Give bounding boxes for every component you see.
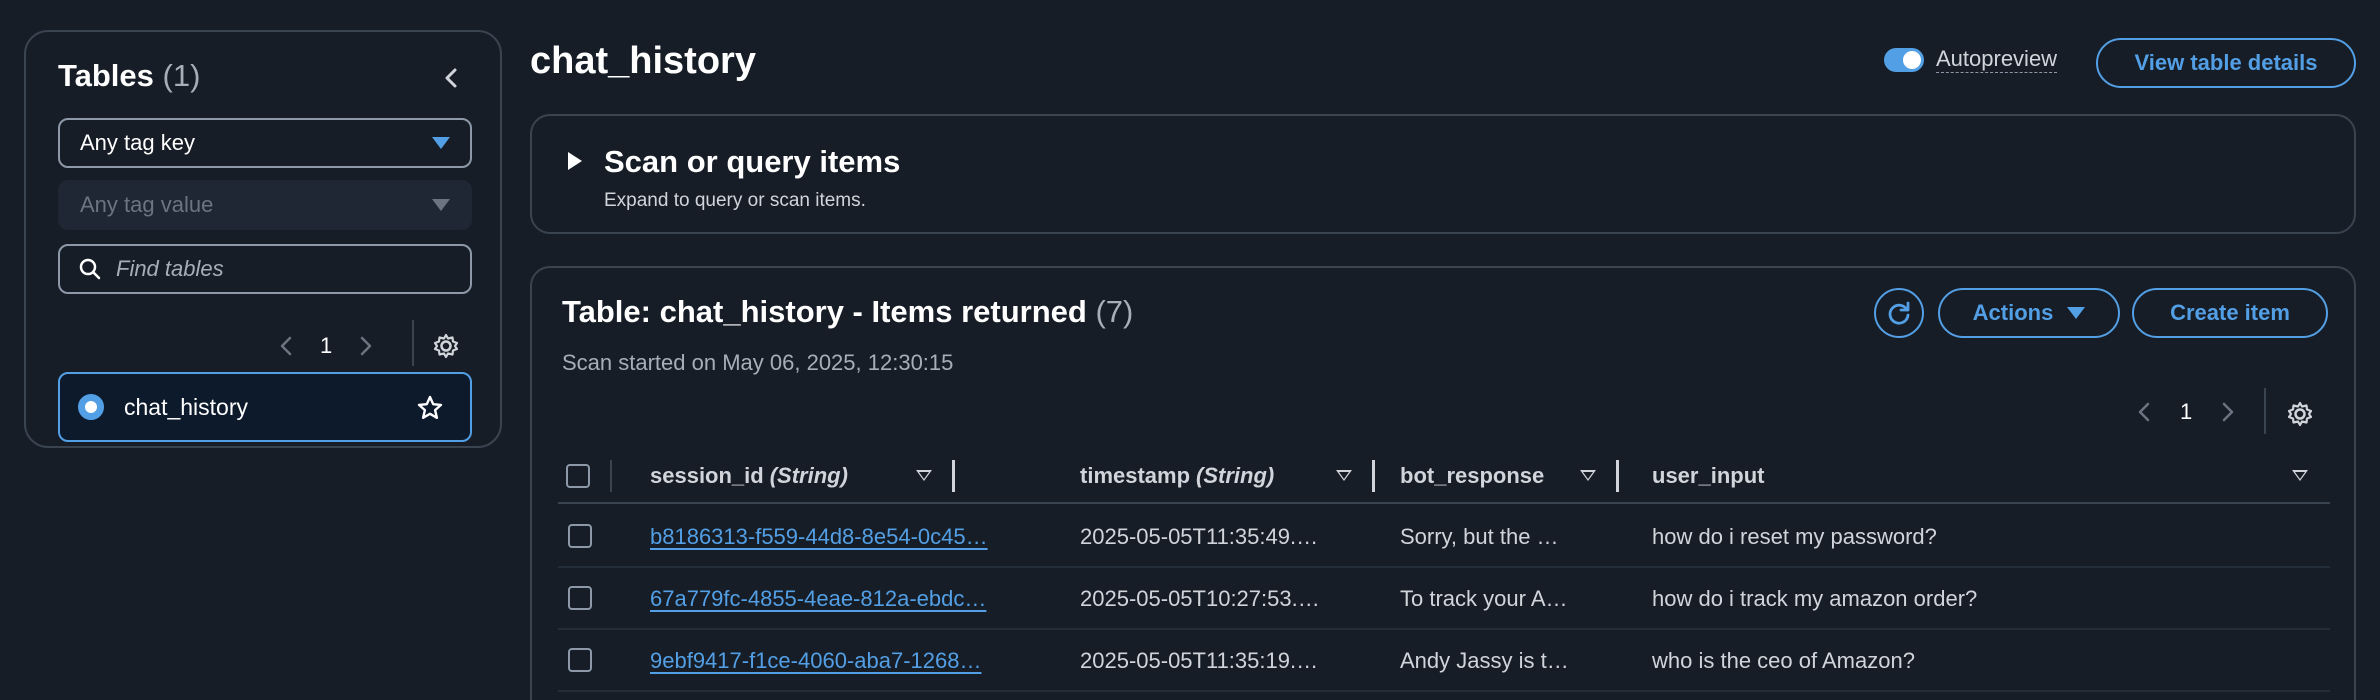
autopreview-toggle-group: Autopreview <box>1884 46 2058 73</box>
table-row[interactable]: b8186313-f559-44d8-8e54-0c45… 2025-05-05… <box>558 506 2330 568</box>
cell-session-id[interactable]: b8186313-f559-44d8-8e54-0c45… <box>650 506 1050 568</box>
cell-timestamp: 2025-05-05T10:27:53.… <box>1080 586 1320 611</box>
session-id-link[interactable]: 9ebf9417-f1ce-4060-aba7-1268… <box>650 648 981 674</box>
column-name: user_input <box>1652 463 1765 488</box>
view-table-details-button[interactable]: View table details <box>2096 38 2356 88</box>
select-all-checkbox[interactable] <box>566 464 590 488</box>
sort-caret-icon[interactable] <box>916 470 932 481</box>
page-title: chat_history <box>530 40 756 82</box>
actions-button[interactable]: Actions <box>1938 288 2120 338</box>
cell-user-input: how do i reset my password? <box>1652 524 1937 549</box>
caret-down-icon <box>432 137 450 149</box>
column-type: (String) <box>1196 463 1275 488</box>
cell-bot-response: Sorry, but the … <box>1400 524 1559 549</box>
column-header-timestamp[interactable]: timestamp (String) <box>1080 448 1274 504</box>
sort-caret-icon[interactable] <box>1580 470 1596 481</box>
actions-label: Actions <box>1972 300 2054 325</box>
refresh-button[interactable] <box>1874 288 1924 338</box>
chevron-left-icon[interactable] <box>276 332 296 360</box>
table-settings-gear-icon[interactable] <box>2286 400 2314 428</box>
find-tables-search[interactable] <box>58 244 472 294</box>
cell-timestamp: 2025-05-05T11:35:49.… <box>1080 524 1319 549</box>
tag-key-value: Any tag key <box>80 130 195 155</box>
sort-caret-icon[interactable] <box>1336 470 1352 481</box>
cell-session-id[interactable]: 67a779fc-4855-4eae-812a-ebdc… <box>650 568 1050 630</box>
cell-user-input: who is the ceo of Amazon? <box>1652 648 1915 673</box>
items-pagination: 1 <box>2134 398 2238 426</box>
column-resizer[interactable] <box>1372 460 1375 492</box>
column-name: bot_response <box>1400 463 1545 488</box>
cell-bot-response: Andy Jassy is t… <box>1400 648 1569 673</box>
chevron-right-icon[interactable] <box>2218 398 2238 426</box>
radio-selected-icon[interactable] <box>78 394 104 420</box>
autopreview-label[interactable]: Autopreview <box>1936 46 2058 73</box>
tables-page-number[interactable]: 1 <box>320 333 332 359</box>
refresh-icon <box>1888 301 1910 325</box>
scan-query-panel: Scan or query items Expand to query or s… <box>530 114 2356 234</box>
column-separator <box>610 460 612 492</box>
items-panel: Table: chat_history - Items returned (7)… <box>530 266 2356 700</box>
table-row[interactable]: 67a779fc-4855-4eae-812a-ebdc… 2025-05-05… <box>558 568 2330 630</box>
column-resizer[interactable] <box>952 460 955 492</box>
scan-query-description: Expand to query or scan items. <box>604 190 866 211</box>
expand-caret-icon[interactable] <box>568 152 582 170</box>
caret-down-icon <box>432 199 450 211</box>
row-checkbox[interactable] <box>568 648 592 672</box>
chevron-left-icon <box>445 68 457 88</box>
column-name: session_id <box>650 463 764 488</box>
cell-session-id[interactable]: 9ebf9417-f1ce-4060-aba7-1268… <box>650 630 1050 692</box>
items-pager-divider <box>2264 388 2266 434</box>
cell-bot-response: To track your A… <box>1400 586 1568 611</box>
items-heading: Table: chat_history - Items returned (7) <box>562 294 1133 330</box>
scan-query-title[interactable]: Scan or query items <box>604 144 900 180</box>
column-name: timestamp <box>1080 463 1191 488</box>
cell-user-input: how do i track my amazon order? <box>1652 586 1978 611</box>
tables-heading-label: Tables <box>58 58 154 93</box>
items-table-header: session_id (String) timestamp (String) b… <box>558 448 2330 504</box>
tables-panel: Tables (1) Any tag key Any tag value 1 c… <box>24 30 502 448</box>
items-heading-label: Table: chat_history - Items returned <box>562 294 1087 329</box>
row-checkbox[interactable] <box>568 586 592 610</box>
tables-pagination: 1 <box>276 332 376 360</box>
collapse-panel-button[interactable] <box>434 60 470 96</box>
tables-heading: Tables (1) <box>58 58 200 94</box>
column-header-bot-response[interactable]: bot_response <box>1400 448 1544 504</box>
tag-value-select: Any tag value <box>58 180 472 230</box>
table-row[interactable]: 9ebf9417-f1ce-4060-aba7-1268… 2025-05-05… <box>558 630 2330 692</box>
items-count: (7) <box>1095 294 1134 329</box>
pager-divider <box>412 320 414 366</box>
create-item-button[interactable]: Create item <box>2132 288 2328 338</box>
sort-caret-icon[interactable] <box>2292 470 2308 481</box>
tables-count: (1) <box>162 58 201 93</box>
caret-down-icon <box>2067 307 2086 319</box>
row-checkbox[interactable] <box>568 524 592 548</box>
table-item-name: chat_history <box>124 393 249 420</box>
column-header-session-id[interactable]: session_id (String) <box>650 448 848 504</box>
settings-gear-icon[interactable] <box>432 332 460 360</box>
items-page-number[interactable]: 1 <box>2180 399 2192 425</box>
chevron-right-icon[interactable] <box>356 332 376 360</box>
session-id-link[interactable]: b8186313-f559-44d8-8e54-0c45… <box>650 524 988 550</box>
tag-key-select[interactable]: Any tag key <box>58 118 472 168</box>
tag-value-value: Any tag value <box>80 192 214 217</box>
table-item-chat-history[interactable]: chat_history <box>58 372 472 442</box>
column-header-user-input[interactable]: user_input <box>1652 448 1764 504</box>
session-id-link[interactable]: 67a779fc-4855-4eae-812a-ebdc… <box>650 586 986 612</box>
cell-timestamp: 2025-05-05T11:35:19.… <box>1080 648 1319 673</box>
star-icon[interactable] <box>416 394 444 422</box>
column-resizer[interactable] <box>1616 460 1619 492</box>
scan-started-text: Scan started on May 06, 2025, 12:30:15 <box>562 350 954 375</box>
find-tables-input[interactable] <box>116 256 456 282</box>
search-icon <box>79 258 101 280</box>
column-type: (String) <box>769 463 848 488</box>
chevron-left-icon[interactable] <box>2134 398 2154 426</box>
autopreview-toggle[interactable] <box>1884 47 1924 72</box>
